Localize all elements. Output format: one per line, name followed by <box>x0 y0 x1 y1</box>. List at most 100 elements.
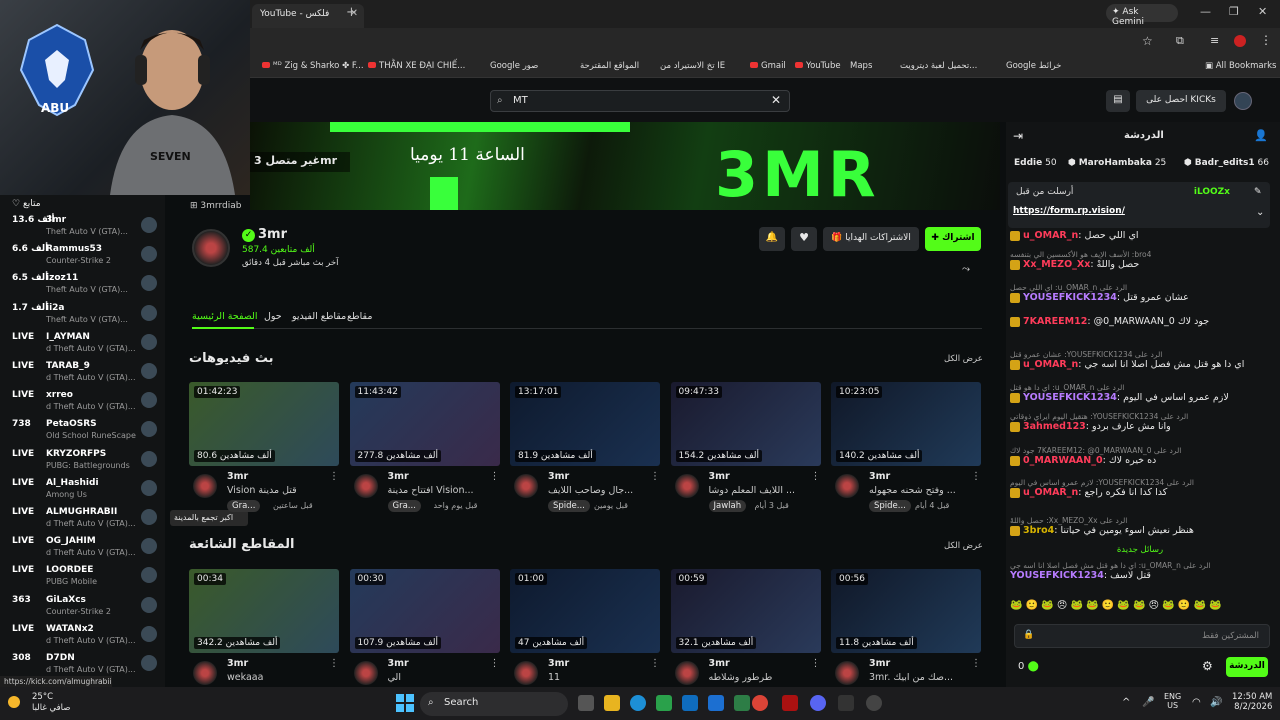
sidebar-channel[interactable]: LIVE I_AYMAN d Theft Auto V (GTA)... <box>6 332 161 361</box>
more-options-icon[interactable]: ⋮ <box>811 658 821 669</box>
bookmark-item[interactable]: THẰN XE ĐẠI CHIẾ... <box>368 61 465 71</box>
bookmark-item[interactable]: ᴹᴰ Zig & Sharko ✤ F... <box>262 61 364 71</box>
video-card[interactable]: 10:23:05 140.2 ألف مشاهدين 3mr ⋮ وفتح شحنه م… <box>831 382 981 512</box>
category-tag[interactable]: Spide... <box>869 500 911 512</box>
more-options-icon[interactable]: ⋮ <box>971 471 981 482</box>
follow-button[interactable]: ✚ اشتراك <box>925 227 981 251</box>
bookmark-item[interactable]: تخ الاستيراد من IE <box>660 61 725 71</box>
discord-icon[interactable] <box>810 695 826 711</box>
sidebar-channel[interactable]: LIVE OG_JAHIM d Theft Auto V (GTA)... <box>6 536 161 565</box>
sidebar-channel[interactable]: LIVE WATANx2 d Theft Auto V (GTA)... <box>6 624 161 653</box>
more-options-icon[interactable]: ⋮ <box>650 658 660 669</box>
video-card[interactable]: 13:17:01 81.9 ألف مشاهدين 3mr ⋮ جال وصاحب ال… <box>510 382 660 512</box>
see-all-clips[interactable]: عرض الكل <box>944 541 983 551</box>
sidebar-channel[interactable]: 13.6 ألف 3mr Theft Auto V (GTA)... <box>6 215 161 244</box>
see-all-streams[interactable]: عرض الكل <box>944 354 983 364</box>
points-display[interactable]: 0 ⬤ <box>1018 661 1039 672</box>
pinned-link[interactable]: https://form.rp.vision/ <box>1013 206 1125 216</box>
pin-icon[interactable]: ✎ <box>1254 187 1262 197</box>
chat-users-icon[interactable]: 👤 <box>1254 129 1268 142</box>
video-thumbnail[interactable]: 10:23:05 140.2 ألف مشاهدين <box>831 382 981 466</box>
close-window-icon[interactable]: ✕ <box>1258 5 1267 18</box>
sidebar-channel[interactable]: 738 PetaOSRS Old School RuneScape <box>6 419 161 448</box>
media-icon[interactable]: ≡ <box>1210 34 1219 47</box>
category-tag[interactable]: Gra... <box>387 500 421 512</box>
video-card[interactable]: 11:43:42 277.8 ألف مشاهدين 3mr ⋮ افتتاح مدين… <box>349 382 500 512</box>
more-options-icon[interactable]: ⋮ <box>329 471 339 482</box>
maximize-icon[interactable]: ❐ <box>1229 5 1239 18</box>
get-kicks-button[interactable]: احصل على KICKs <box>1136 90 1226 112</box>
file-explorer-icon[interactable] <box>604 695 620 711</box>
sidebar-channel[interactable]: 6.5 ألف izoz11 Theft Auto V (GTA)... <box>6 273 161 302</box>
sidebar-channel[interactable]: LIVE TARAB_9 d Theft Auto V (GTA)... <box>6 361 161 390</box>
sidebar-channel[interactable]: LIVE xrreo d Theft Auto V (GTA)... <box>6 390 161 419</box>
clip-card[interactable]: 00:30 107.9 ألف مشاهدين 3mr ⋮ الي <box>349 569 500 699</box>
video-thumbnail[interactable]: 13:17:01 81.9 ألف مشاهدين <box>510 382 660 466</box>
sidebar-channel[interactable]: 6.6 ألف Rammus53 Counter-Strike 2 <box>6 244 161 273</box>
video-thumbnail[interactable]: 01:42:23 80.6 ألف مشاهدين <box>189 382 339 466</box>
bookmark-item[interactable]: YouTube <box>795 61 841 71</box>
channel-avatar[interactable] <box>192 229 230 267</box>
sidebar-channel[interactable]: LIVE LOORDEE PUBG Mobile <box>6 565 161 594</box>
user-avatar[interactable] <box>1234 92 1252 110</box>
bookmark-item[interactable]: المواقع المقترحة <box>580 61 639 71</box>
sidebar-channel[interactable]: LIVE ALMUGHRABII d Theft Auto V (GTA)... <box>6 507 161 536</box>
language-indicator[interactable]: ENG US <box>1164 692 1181 710</box>
more-options-icon[interactable]: ⋮ <box>650 471 660 482</box>
app-icon-4[interactable] <box>866 695 882 711</box>
video-thumbnail[interactable]: 00:59 32.1 ألف مشاهدين <box>670 569 821 653</box>
clip-card[interactable]: 00:56 11.8 ألف مشاهدين 3mr ⋮ 3mr. صك من ابيك… <box>831 569 981 699</box>
video-thumbnail[interactable]: 00:34 342.2 ألف مشاهدين <box>189 569 339 653</box>
more-options-icon[interactable]: ⋮ <box>490 658 500 669</box>
search-input[interactable]: ⌕ MT ✕ <box>490 90 790 112</box>
taskbar-search[interactable]: ⌕ Search <box>420 692 568 716</box>
sidebar-channel[interactable]: 1.7 ألف ii2a Theft Auto V (GTA)... <box>6 303 161 332</box>
chat-username[interactable]: Xx_MEZO_Xx <box>1023 259 1090 270</box>
tab-clips[interactable]: مقاطع <box>347 311 372 322</box>
clip-card[interactable]: 01:00 47 ألف مشاهدين 3mr ⋮ 11 <box>510 569 660 699</box>
task-view-icon[interactable] <box>578 695 594 711</box>
video-thumbnail[interactable]: 00:30 107.9 ألف مشاهدين <box>349 569 500 653</box>
sidebar-channel[interactable]: 363 GiLaXcs Counter-Strike 2 <box>6 595 161 624</box>
more-options-icon[interactable]: ⋮ <box>811 471 821 482</box>
menu-icon[interactable]: ⋮ <box>1260 33 1272 47</box>
windows-start-icon[interactable] <box>396 694 414 712</box>
store-icon[interactable] <box>656 695 672 711</box>
library-icon[interactable]: ▤ <box>1106 90 1130 112</box>
tab-about[interactable]: حول <box>264 311 282 322</box>
chat-username[interactable]: u_OMAR_n <box>1023 230 1078 241</box>
category-tag[interactable]: Spide... <box>548 500 590 512</box>
chrome-icon[interactable] <box>752 695 768 711</box>
share-icon[interactable]: ⤳ <box>962 264 970 275</box>
more-options-icon[interactable]: ⋮ <box>490 471 500 482</box>
mail-icon[interactable] <box>708 695 724 711</box>
emote-bar[interactable]: 🐸 🙂 🐸 😠 🐸 🐸 🙂 🐸 🐸 😠 🐸 🙂 🐸 🐸 <box>1010 600 1272 618</box>
sidebar-channel[interactable]: LIVE Al_Hashidi Among Us <box>6 478 161 507</box>
video-card[interactable]: 09:47:33 154.2 ألف مشاهدين 3mr ⋮ اللايف المع… <box>670 382 821 512</box>
chat-username[interactable]: u_OMAR_n <box>1023 487 1078 498</box>
more-options-icon[interactable]: ⋮ <box>971 658 981 669</box>
minimize-icon[interactable]: — <box>1200 5 1211 18</box>
video-thumbnail[interactable]: 01:00 47 ألف مشاهدين <box>510 569 660 653</box>
video-thumbnail[interactable]: 00:56 11.8 ألف مشاهدين <box>831 569 981 653</box>
chat-input[interactable]: 🔒 المشتركين فقط <box>1014 624 1270 648</box>
category-tag[interactable]: Jawlah <box>708 500 747 512</box>
address-bar[interactable]: ☆ ⧉ ≡ ⋮ <box>250 28 1280 56</box>
video-card[interactable]: 01:42:23 80.6 ألف مشاهدين 3mr ⋮ Vision قتل م… <box>189 382 339 512</box>
app-icon[interactable] <box>682 695 698 711</box>
tab-videos[interactable]: مقاطع الفيديو <box>292 311 346 322</box>
extensions-icon[interactable]: ⧉ <box>1176 34 1184 48</box>
bookmark-item[interactable]: تحميل لعبة ديترويت... <box>900 61 977 71</box>
pinned-message[interactable]: ✎ iLOOZx أرسلت من قبل https://form.rp.vi… <box>1008 182 1270 228</box>
wifi-icon[interactable]: ◠ <box>1192 697 1201 708</box>
chat-username[interactable]: YOUSEFKICK1234 <box>1023 292 1117 303</box>
clip-card[interactable]: 00:59 32.1 ألف مشاهدين 3mr ⋮ طرطور وشلاطه <box>670 569 821 699</box>
tab-home[interactable]: الصفحة الرئيسية <box>192 311 258 322</box>
video-thumbnail[interactable]: 09:47:33 154.2 ألف مشاهدين <box>670 382 821 466</box>
bookmark-star-icon[interactable]: ☆ <box>1142 34 1153 48</box>
profile-icon[interactable] <box>1234 35 1246 47</box>
edge-icon[interactable] <box>630 695 646 711</box>
excel-icon[interactable] <box>734 695 750 711</box>
ask-gemini-button[interactable]: ✦ Ask Gemini <box>1106 4 1178 27</box>
volume-icon[interactable]: 🔊 <box>1210 697 1222 708</box>
